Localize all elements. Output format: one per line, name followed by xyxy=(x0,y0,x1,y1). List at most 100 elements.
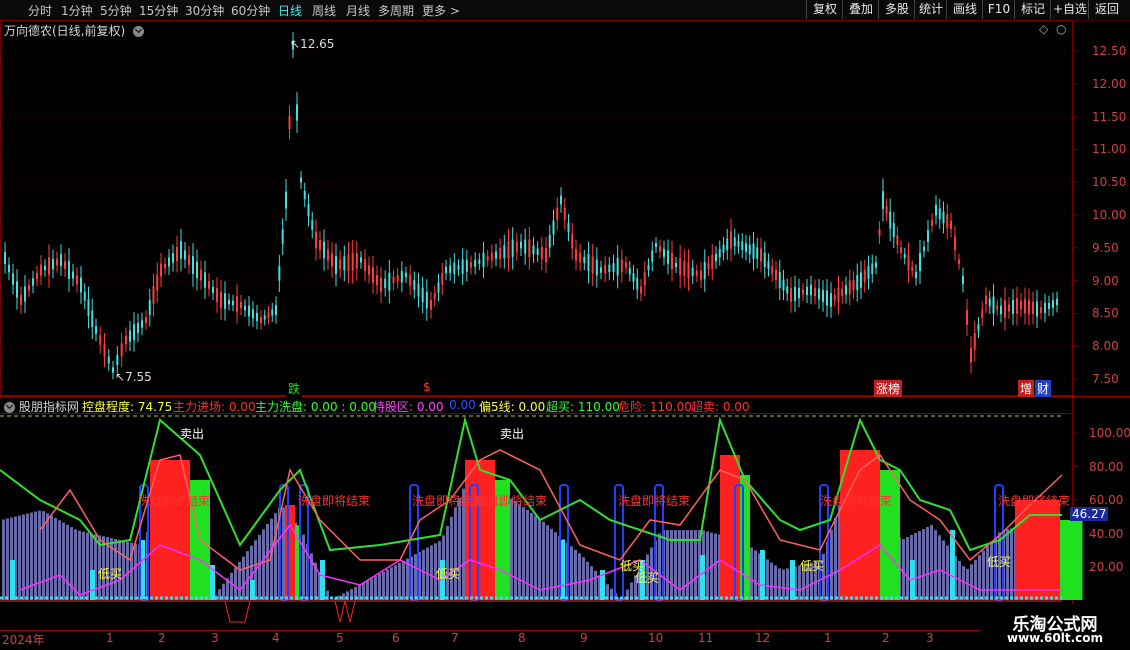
candle-body xyxy=(536,248,539,255)
date-label: 6 xyxy=(392,631,400,645)
hist-bar xyxy=(398,562,401,600)
candle-body xyxy=(711,254,714,269)
cyan-bar xyxy=(10,560,15,600)
candle-body xyxy=(200,269,202,281)
hist-bar xyxy=(70,527,73,600)
indicator-tick: 20.00 xyxy=(1089,560,1124,574)
candle-body xyxy=(36,272,38,280)
candle-body xyxy=(236,296,238,312)
candle-body xyxy=(323,241,325,259)
candle-body xyxy=(966,310,968,325)
candle-body xyxy=(612,263,615,272)
sell-label: 卖出 xyxy=(500,427,525,441)
event-tag-drop[interactable]: 跌 xyxy=(286,380,303,397)
candle-body xyxy=(1000,305,1002,315)
hist-bar xyxy=(754,550,757,600)
candle-body xyxy=(985,295,987,305)
candle-body xyxy=(856,274,859,291)
candle-body xyxy=(376,274,378,286)
hist-bar xyxy=(774,565,777,600)
candle-body xyxy=(1004,300,1006,318)
candle-body xyxy=(981,309,984,318)
date-label: 3 xyxy=(926,631,934,645)
hist-bar xyxy=(34,511,37,600)
candle-body xyxy=(958,259,960,264)
candle-body xyxy=(814,287,816,297)
diamond-icon[interactable]: ◇ xyxy=(1039,22,1048,36)
candle-body xyxy=(240,301,242,309)
green-block xyxy=(1060,520,1083,600)
hist-bar xyxy=(78,530,81,600)
candle-body xyxy=(778,271,781,289)
candle-body xyxy=(433,293,436,300)
candle-body xyxy=(76,275,78,285)
candle-body xyxy=(591,256,594,274)
candle-body xyxy=(848,280,851,295)
candle-body xyxy=(907,254,910,271)
event-tag-dollar[interactable]: $ xyxy=(421,380,433,394)
candle-body xyxy=(726,238,729,251)
candle-body xyxy=(425,291,428,309)
candle-body xyxy=(643,272,646,286)
sell-label: 卖出 xyxy=(180,427,205,441)
hist-bar xyxy=(522,507,525,600)
candle-body xyxy=(40,264,42,276)
candle-body xyxy=(44,265,46,271)
hist-bar xyxy=(518,504,521,600)
candle-body xyxy=(548,235,551,248)
hist-bar xyxy=(22,514,25,600)
collapse-icon[interactable]: ○ xyxy=(1056,22,1066,36)
candle-body xyxy=(973,332,976,350)
hist-bar xyxy=(246,551,249,600)
candle-body xyxy=(595,259,598,276)
hist-bar xyxy=(58,520,61,600)
red-block xyxy=(285,505,295,600)
candle-body xyxy=(794,286,796,302)
candle-body xyxy=(148,300,151,315)
candle-body xyxy=(278,266,281,281)
candle-body xyxy=(647,264,650,271)
candle-body xyxy=(575,249,577,261)
candle-body xyxy=(271,309,274,316)
candle-body xyxy=(32,278,34,286)
candle-body xyxy=(625,262,627,268)
chevron-down-icon[interactable] xyxy=(4,402,15,413)
candle-body xyxy=(392,276,395,284)
hist-bar xyxy=(54,518,57,600)
candle-body xyxy=(16,281,18,298)
candle-body xyxy=(137,322,139,334)
wash-label: 洗盘即将结束 xyxy=(820,494,893,508)
indicator-value: 持股区: 0.00 xyxy=(373,400,444,414)
candle-body xyxy=(671,252,673,270)
price-tick: 8.00 xyxy=(1092,339,1119,354)
chevron-down-icon[interactable] xyxy=(133,26,145,37)
candle-body xyxy=(871,263,874,274)
candle-body xyxy=(380,277,382,293)
event-tag-increase[interactable]: 增 xyxy=(1018,380,1035,397)
candle-body xyxy=(216,288,218,302)
brand-url: www.60lt.com xyxy=(1006,631,1104,645)
candle-body xyxy=(1056,298,1058,306)
candle-body xyxy=(741,241,744,250)
date-label: 11 xyxy=(698,631,714,645)
candle-body xyxy=(691,267,694,276)
buy-label: 低买 xyxy=(635,571,660,585)
candle-body xyxy=(1036,301,1038,317)
candle-body xyxy=(1016,298,1018,314)
hist-bar xyxy=(454,507,457,600)
event-tag-rank[interactable]: 涨榜 xyxy=(874,380,903,397)
candle-body xyxy=(107,356,110,364)
event-tag-finance[interactable]: 财 xyxy=(1035,380,1052,397)
candle-body xyxy=(632,273,635,282)
candle-body xyxy=(675,262,677,268)
hist-bar xyxy=(66,524,69,600)
candle-body xyxy=(91,310,94,327)
hist-bar xyxy=(274,513,277,600)
hist-bar xyxy=(282,507,285,600)
date-label: 12 xyxy=(755,631,771,645)
candle-body xyxy=(667,250,669,264)
price-tick: 8.50 xyxy=(1092,306,1119,321)
candle-body xyxy=(208,281,210,289)
indicator-value: 偏5线: 0.00 xyxy=(479,400,546,414)
candle-body xyxy=(892,222,895,238)
